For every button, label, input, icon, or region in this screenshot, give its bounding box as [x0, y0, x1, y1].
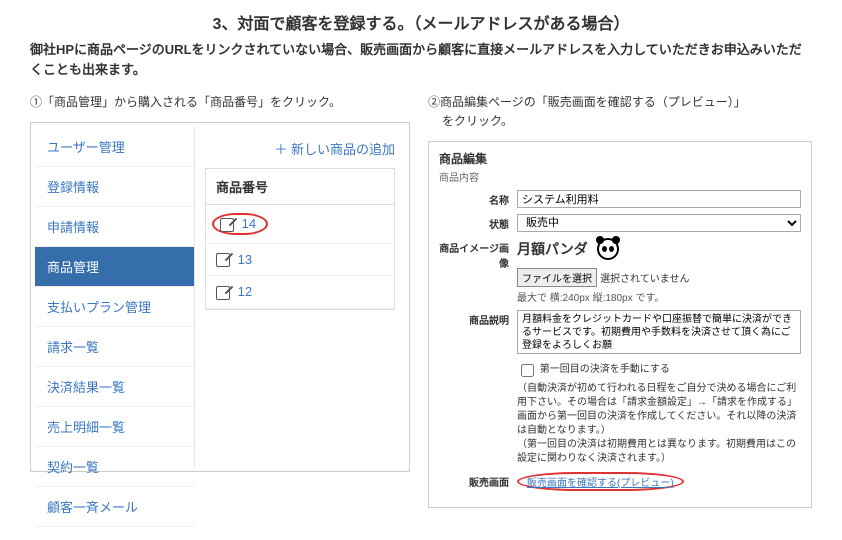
add-product-link[interactable]: ＋ 新しい商品の追加: [205, 133, 395, 168]
sidebar-item-registration[interactable]: 登録情報: [35, 167, 194, 207]
panel-subtitle: 商品内容: [439, 169, 801, 190]
sidebar-item-payment-plan[interactable]: 支払いプラン管理: [35, 287, 194, 327]
file-select-button[interactable]: ファイルを選択: [517, 268, 597, 287]
sidebar-item-bulk-mail[interactable]: 顧客一斉メール: [35, 487, 194, 527]
table-row[interactable]: 13: [206, 244, 394, 277]
section-heading: 3、対面で顧客を登録する。（メールアドレスがある場合）: [30, 10, 812, 34]
file-note: 最大で 横:240px 縦:180px です。: [517, 289, 801, 304]
edit-icon: [220, 218, 234, 232]
step-1-caption: ①「商品管理」から購入される「商品番号」をクリック。: [30, 93, 410, 112]
product-number: 12: [238, 284, 252, 299]
table-row[interactable]: 14: [206, 205, 394, 244]
product-number: 13: [238, 252, 252, 267]
status-select[interactable]: 販売中: [517, 214, 801, 232]
table-row[interactable]: 12: [206, 276, 394, 309]
section-subheading: 御社HPに商品ページのURLをリンクされていない場合、販売画面から顧客に直接メー…: [30, 40, 812, 79]
edit-icon: [216, 253, 230, 267]
preview-label: 販売画面: [439, 472, 517, 489]
left-column: ①「商品管理」から購入される「商品番号」をクリック。 ユーザー管理 登録情報 申…: [30, 93, 410, 508]
sidebar-item-application[interactable]: 申請情報: [35, 207, 194, 247]
name-field[interactable]: [517, 190, 801, 208]
sidebar-item-user-mgmt[interactable]: ユーザー管理: [35, 127, 194, 167]
sidebar: ユーザー管理 登録情報 申請情報 商品管理 支払いプラン管理 請求一覧 決済結果…: [35, 127, 195, 467]
desc-field[interactable]: [517, 310, 801, 354]
table-header: 商品番号: [206, 169, 394, 205]
panel-title: 商品編集: [439, 148, 801, 169]
sidebar-item-product-mgmt[interactable]: 商品管理: [35, 247, 194, 287]
product-number: 14: [242, 216, 256, 231]
content-area: ＋ 新しい商品の追加 商品番号 14 13: [195, 127, 405, 467]
sidebar-item-invoices[interactable]: 請求一覧: [35, 327, 194, 367]
panda-icon: [597, 238, 619, 260]
step-2-caption: ②商品編集ページの「販売画面を確認する（プレビュー）」 をクリック。: [428, 93, 812, 131]
image-label: 商品イメージ画像: [439, 238, 517, 270]
edit-icon: [216, 286, 230, 300]
checkbox-detail: （自動決済が初めて行われる日程をご自分で決める場合にご利用下さい。その場合は「請…: [517, 382, 801, 466]
desc-label: 商品説明: [439, 310, 517, 327]
preview-link[interactable]: 販売画面を確認する(プレビュー): [527, 478, 674, 489]
sidebar-item-contracts[interactable]: 契約一覧: [35, 447, 194, 487]
file-status: 選択されていません: [600, 274, 689, 285]
left-panel: ユーザー管理 登録情報 申請情報 商品管理 支払いプラン管理 請求一覧 決済結果…: [30, 122, 410, 472]
sidebar-item-settlement-results[interactable]: 決済結果一覧: [35, 367, 194, 407]
sidebar-item-sales-detail[interactable]: 売上明細一覧: [35, 407, 194, 447]
status-label: 状態: [439, 214, 517, 231]
right-column: ②商品編集ページの「販売画面を確認する（プレビュー）」 をクリック。 商品編集 …: [428, 93, 812, 508]
right-panel: 商品編集 商品内容 名称 状態 販売中 商品イメージ画像 月額パ: [428, 141, 812, 508]
name-label: 名称: [439, 190, 517, 207]
checkbox-label: 第一回目の決済を手動にする: [540, 364, 670, 375]
brand-name: 月額パンダ: [517, 239, 588, 259]
manual-first-payment-checkbox[interactable]: [521, 364, 534, 377]
